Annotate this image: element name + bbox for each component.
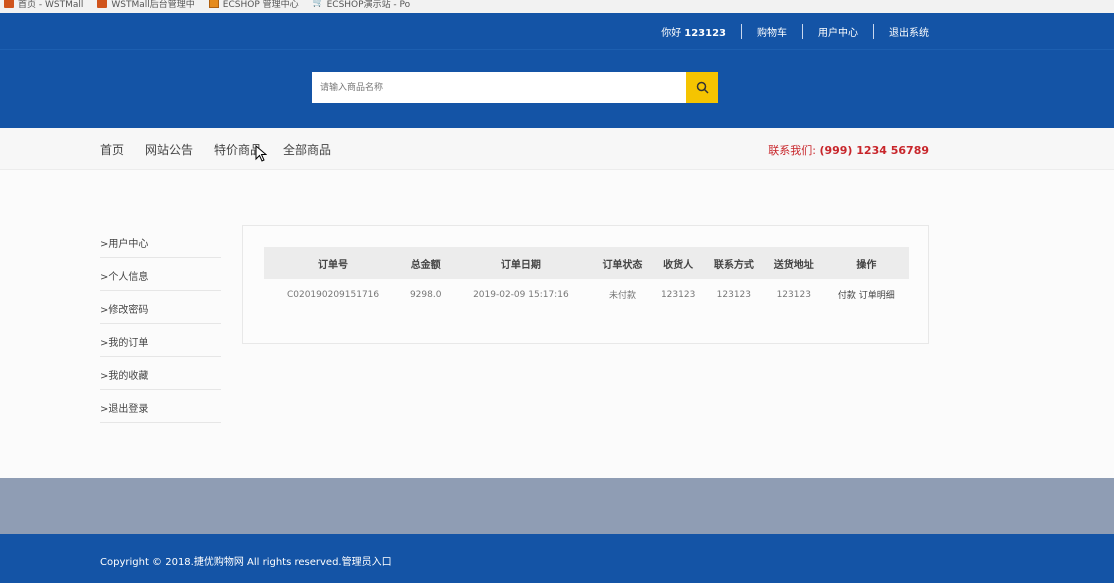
order-total: 9298.0: [409, 289, 442, 300]
main-nav: 首页 网站公告 特价商品 全部商品 联系我们: (999) 1234 56789: [0, 128, 1114, 170]
order-date: 2019-02-09 15:17:16: [473, 289, 569, 300]
sidebar-item-my-orders[interactable]: >我的订单: [100, 324, 221, 357]
order-actions: 付款 订单明细: [824, 279, 909, 310]
column-header: 联系方式: [713, 259, 754, 271]
orders-table: 订单号 总金额 订单日期 订单状态 收货人 联系方式 送货地址 操作 C0201…: [264, 247, 909, 310]
search-icon: [696, 81, 709, 94]
cart-icon: 🛒: [312, 0, 324, 8]
nav-item-announcements[interactable]: 网站公告: [145, 141, 193, 158]
contact-label: 联系我们:: [768, 144, 816, 157]
copyright-text: Copyright © 2018.捷优购物网 All rights reserv…: [100, 557, 342, 568]
ecshop-icon: [208, 0, 219, 8]
cart-link[interactable]: 购物车: [757, 24, 787, 39]
order-number: C020190209151716: [286, 289, 380, 300]
copyright: Copyright © 2018.捷优购物网 All rights reserv…: [100, 553, 392, 568]
bookmark-item[interactable]: WSTMall后台管理中: [97, 0, 195, 10]
search-bar: [312, 72, 718, 103]
admin-link[interactable]: 管理员入口: [342, 557, 392, 568]
bookmark-label: WSTMall后台管理中: [111, 0, 195, 10]
contact-info: 联系我们: (999) 1234 56789: [768, 142, 929, 158]
logout-link[interactable]: 退出系统: [889, 24, 929, 39]
user-center-link[interactable]: 用户中心: [818, 24, 858, 39]
order-status: 未付款: [608, 291, 636, 301]
column-header: 订单号: [318, 259, 349, 271]
column-header: 操作: [856, 259, 877, 271]
bookmark-label: 首页 - WSTMall: [18, 0, 84, 10]
column-header: 收货人: [663, 259, 694, 271]
table-row: C020190209151716 9298.0 2019-02-09 15:17…: [264, 279, 909, 310]
order-contact: 123123: [716, 289, 752, 300]
divider: [741, 24, 742, 39]
nav-item-home[interactable]: 首页: [100, 141, 124, 158]
divider: [802, 24, 803, 39]
mouse-cursor-icon: [255, 145, 267, 162]
column-header: 总金额: [410, 259, 441, 271]
table-header-row: 订单号 总金额 订单日期 订单状态 收货人 联系方式 送货地址 操作: [264, 247, 909, 279]
user-sidebar: >用户中心 >个人信息 >修改密码 >我的订单 >我的收藏 >退出登录: [100, 225, 221, 423]
order-detail-link[interactable]: 订单明细: [859, 291, 895, 301]
sidebar-item-change-password[interactable]: >修改密码: [100, 291, 221, 324]
order-receiver: 123123: [660, 289, 696, 300]
bookmark-label: ECSHOP 管理中心: [222, 0, 299, 10]
nav-item-all-products[interactable]: 全部商品: [283, 141, 331, 158]
bookmark-item[interactable]: ECSHOP 管理中心: [208, 0, 299, 10]
orders-panel: 订单号 总金额 订单日期 订单状态 收货人 联系方式 送货地址 操作 C0201…: [242, 225, 929, 344]
user-links: 你好 123123 购物车 用户中心 退出系统: [661, 24, 929, 39]
pay-link[interactable]: 付款: [838, 291, 856, 301]
column-header: 订单状态: [602, 259, 643, 271]
sidebar-item-logout[interactable]: >退出登录: [100, 390, 221, 423]
divider: [873, 24, 874, 39]
sidebar-item-user-center[interactable]: >用户中心: [100, 225, 221, 258]
bookmark-item[interactable]: 🛒 ECSHOP演示站 - Po: [313, 0, 411, 10]
top-bar: 你好 123123 购物车 用户中心 退出系统: [0, 13, 1114, 50]
username: 123123: [684, 28, 726, 39]
contact-phone: (999) 1234 56789: [819, 144, 929, 157]
wst-icon: [97, 0, 108, 8]
order-address: 123123: [776, 289, 811, 300]
greeting: 你好 123123: [661, 28, 726, 39]
search-input[interactable]: [312, 72, 686, 103]
bookmark-label: ECSHOP演示站 - Po: [326, 0, 411, 10]
column-header: 送货地址: [773, 259, 814, 271]
site-footer: Copyright © 2018.捷优购物网 All rights reserv…: [0, 534, 1114, 583]
column-header: 订单日期: [500, 259, 541, 271]
site-header: 你好 123123 购物车 用户中心 退出系统: [0, 13, 1114, 128]
sidebar-item-profile[interactable]: >个人信息: [100, 258, 221, 291]
footer-band: [0, 478, 1114, 534]
wst-icon: [4, 0, 14, 8]
search-button[interactable]: [686, 72, 718, 103]
bookmarks-bar: 首页 - WSTMall WSTMall后台管理中 ECSHOP 管理中心 🛒 …: [0, 0, 1114, 13]
sidebar-item-favorites[interactable]: >我的收藏: [100, 357, 221, 390]
bookmark-item[interactable]: 首页 - WSTMall: [4, 0, 83, 10]
